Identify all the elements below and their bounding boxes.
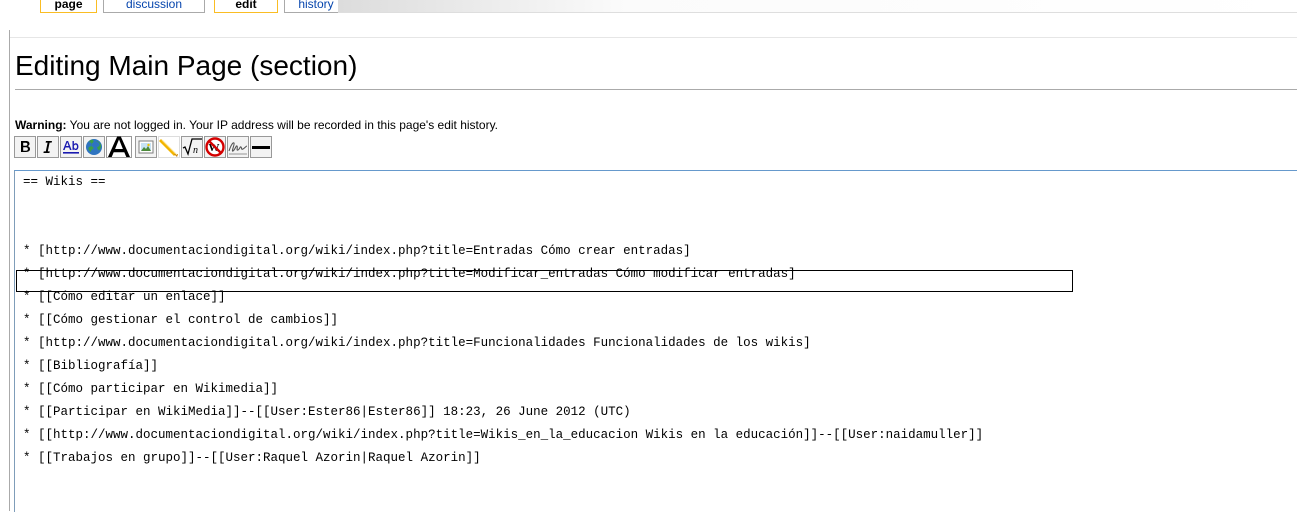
headline-icon — [106, 136, 132, 158]
tab-discussion-label: discussion — [125, 0, 183, 11]
bold-icon — [14, 136, 36, 158]
image-icon — [135, 136, 157, 158]
nowiki-button[interactable]: W — [204, 136, 226, 158]
link-icon — [60, 136, 82, 158]
hr-icon — [250, 136, 272, 158]
signature-icon — [227, 136, 249, 158]
editor-line — [23, 217, 983, 240]
tab-history-label: history — [298, 0, 334, 11]
svg-text:n: n — [193, 145, 198, 156]
editor-line — [23, 194, 983, 217]
tab-edit[interactable]: edit — [214, 0, 278, 13]
tab-page[interactable]: page — [40, 0, 97, 13]
media-icon — [158, 136, 180, 158]
horizontal-line-button[interactable] — [250, 136, 272, 158]
editor-line: * [[Bibliografía]] — [23, 359, 159, 373]
textarea-content: == Wikis == * [http://www.documentaciond… — [23, 171, 983, 470]
editor-line: * [[http://www.documentaciondigital.org/… — [23, 428, 984, 442]
tab-discussion[interactable]: discussion — [103, 0, 205, 13]
math-formula-button[interactable]: n — [181, 136, 203, 158]
editor-line: * [[Cómo gestionar el control de cambios… — [23, 313, 339, 327]
login-warning: Warning: You are not logged in. Your IP … — [15, 118, 498, 132]
editor-line: == Wikis == — [23, 175, 106, 189]
editor-line: * [[Trabajos en grupo]]--[[User:Raquel A… — [23, 451, 481, 465]
tab-bar-fade — [338, 0, 1297, 12]
title-divider — [15, 89, 1297, 90]
external-link-button[interactable] — [83, 136, 105, 158]
content-left-border — [9, 30, 10, 511]
italic-button[interactable] — [37, 136, 59, 158]
headline-button[interactable] — [106, 136, 132, 158]
tab-edit-label: edit — [235, 0, 257, 11]
editor-line: * [http://www.documentaciondigital.org/w… — [23, 336, 811, 350]
warning-label: Warning: — [15, 118, 67, 132]
header-divider — [10, 37, 1297, 38]
signature-button[interactable] — [227, 136, 249, 158]
media-link-button[interactable] — [158, 136, 180, 158]
editor-line: * [http://www.documentaciondigital.org/w… — [23, 244, 691, 258]
editor-line: * [[Participar en WikiMedia]]--[[User:Es… — [23, 405, 631, 419]
editor-line: * [[Cómo participar en Wikimedia]] — [23, 382, 279, 396]
italic-icon — [37, 136, 59, 158]
embedded-image-button[interactable] — [135, 136, 157, 158]
warning-text: You are not logged in. Your IP address w… — [66, 118, 499, 132]
math-icon: n — [181, 136, 203, 158]
tab-bar-divider — [338, 12, 1297, 13]
page-title: Editing Main Page (section) — [15, 50, 358, 81]
internal-link-button[interactable] — [60, 136, 82, 158]
tab-page-label: page — [54, 0, 83, 11]
bold-button[interactable] — [14, 136, 36, 158]
highlighted-line-box — [16, 270, 1073, 292]
edit-textarea[interactable]: == Wikis == * [http://www.documentaciond… — [14, 170, 1297, 512]
globe-icon — [83, 136, 105, 158]
nowiki-icon: W — [204, 136, 226, 158]
